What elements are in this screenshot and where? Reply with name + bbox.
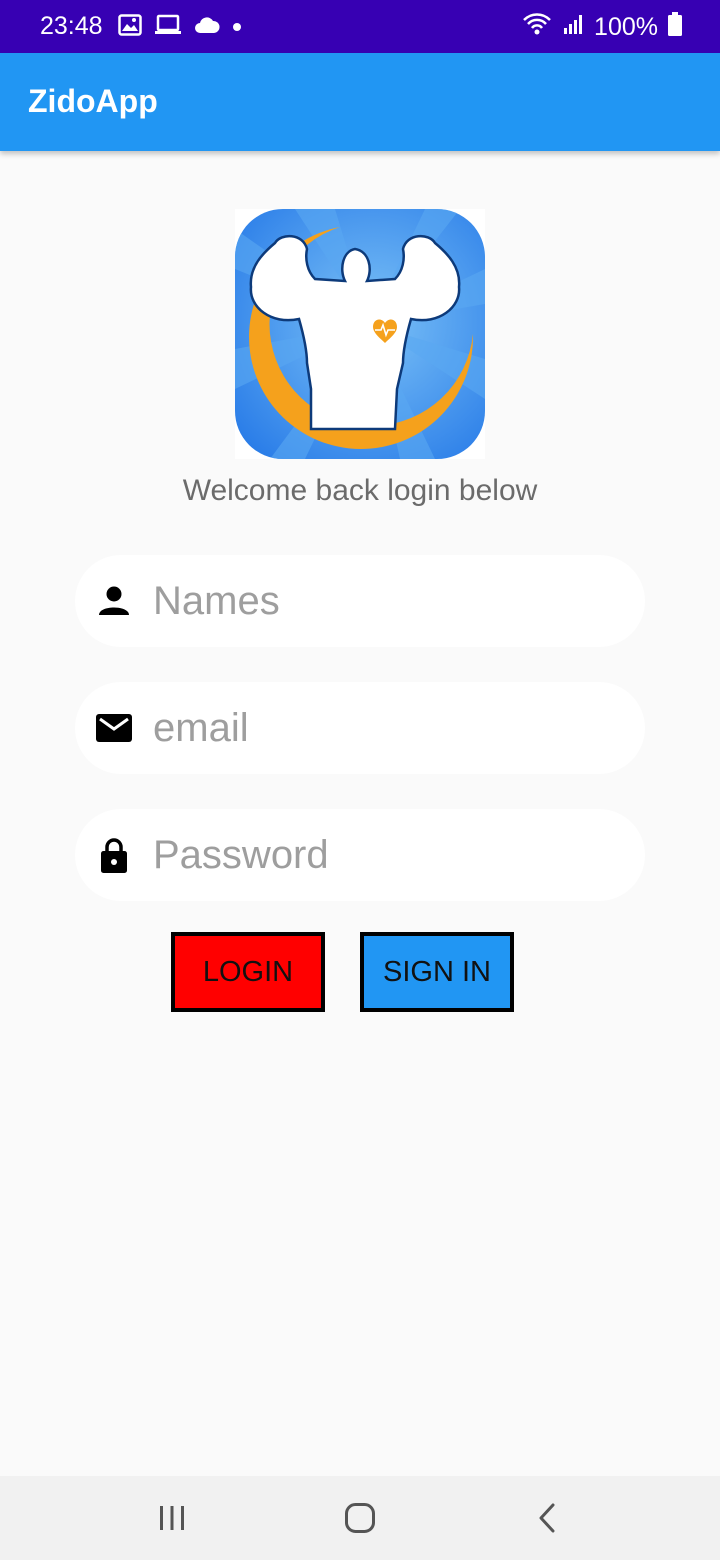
login-button[interactable]: LOGIN [171, 932, 325, 1012]
home-icon[interactable] [335, 1496, 385, 1540]
lock-icon [95, 837, 133, 873]
dot-icon [232, 19, 242, 37]
gallery-icon [118, 14, 142, 41]
email-input[interactable] [153, 682, 623, 774]
battery-icon [668, 12, 682, 43]
laptop-icon [154, 14, 182, 41]
cloud-icon [194, 16, 220, 39]
wifi-icon [522, 12, 552, 43]
app-title: ZidoApp [28, 83, 158, 119]
back-icon[interactable] [522, 1496, 572, 1540]
recents-icon[interactable] [147, 1496, 197, 1540]
names-field[interactable] [75, 555, 645, 647]
email-field[interactable] [75, 682, 645, 774]
muscle-man-logo [235, 209, 485, 459]
names-input[interactable] [153, 555, 623, 647]
welcome-text: Welcome back login below [182, 474, 538, 507]
battery-text: 100% [594, 13, 658, 41]
navigation-bar [0, 1476, 720, 1560]
password-input[interactable] [153, 809, 623, 901]
mail-icon [95, 710, 133, 746]
person-icon [95, 583, 133, 619]
status-time: 23:48 [40, 12, 103, 40]
password-field[interactable] [75, 809, 645, 901]
sign-in-button[interactable]: SIGN IN [360, 932, 514, 1012]
app-bar: ZidoApp [0, 53, 720, 151]
status-bar: 23:48 100% [0, 0, 720, 53]
signal-icon [562, 13, 584, 42]
